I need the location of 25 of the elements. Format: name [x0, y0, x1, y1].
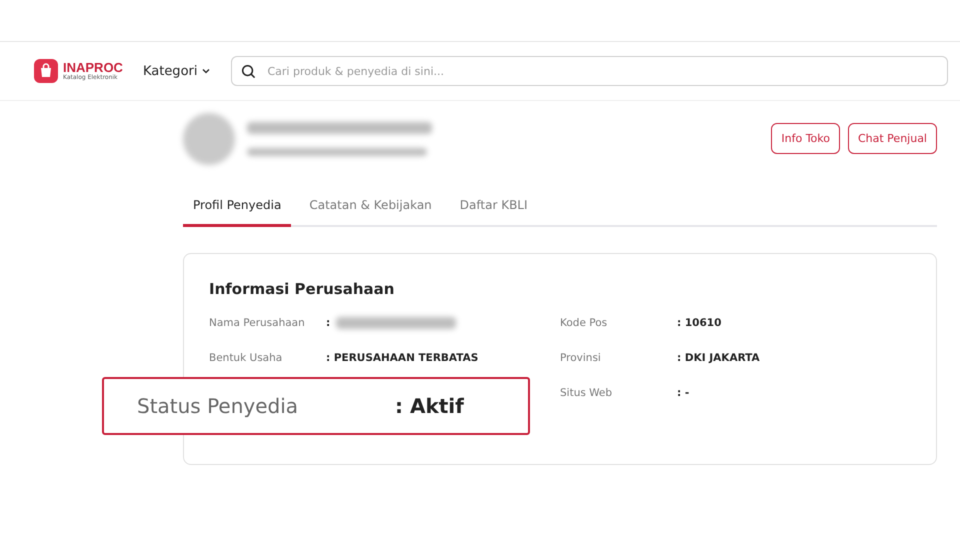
avatar-placeholder: [183, 112, 235, 164]
field-label: Bentuk Usaha: [209, 352, 284, 364]
field-value: : PERUSAHAAN TERBATAS: [326, 352, 480, 364]
tab[interactable]: Catatan & Kebijakan: [299, 190, 442, 227]
category-menu[interactable]: Kategori: [142, 64, 212, 78]
search-field[interactable]: Cari produk & penyedia di sini...: [231, 56, 948, 86]
tab[interactable]: Daftar KBLI: [450, 190, 538, 227]
tab[interactable]: Profil Penyedia: [183, 190, 292, 227]
card-title: Informasi Perusahaan: [209, 280, 396, 298]
chevron-down-icon: [201, 66, 212, 76]
search-icon: [241, 64, 256, 78]
callout-value: : Aktif: [395, 394, 465, 418]
logo-name: INAPROC: [63, 61, 123, 74]
field-label: Situs Web: [560, 387, 614, 399]
logo-icon: [34, 59, 58, 83]
store-action-button[interactable]: Info Toko: [771, 123, 840, 154]
callout-label: Status Penyedia: [137, 394, 300, 418]
field-value: : DKI JAKARTA: [677, 352, 761, 364]
field-label: Kode Pos: [560, 317, 608, 329]
field-label: Provinsi: [560, 352, 602, 364]
field-label: Nama Perusahaan: [209, 317, 306, 329]
field-value: : 10610: [677, 317, 722, 329]
field-value: :: [326, 317, 330, 329]
field-value: : -: [677, 387, 690, 399]
store-action-button[interactable]: Chat Penjual: [848, 123, 937, 154]
